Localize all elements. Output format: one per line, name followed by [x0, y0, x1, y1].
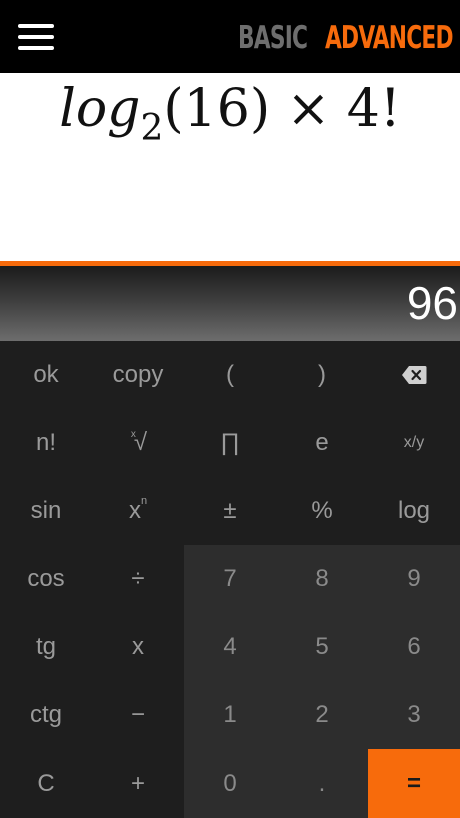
divide-button[interactable]: ÷ [92, 545, 184, 613]
sin-button[interactable]: sin [0, 477, 92, 545]
tab-advanced[interactable]: ADVANCED [325, 18, 454, 58]
plus-minus-button[interactable]: ± [184, 477, 276, 545]
digit-8-button[interactable]: 8 [276, 545, 368, 613]
tab-basic[interactable]: BASIC [238, 18, 308, 58]
cos-button[interactable]: cos [0, 545, 92, 613]
expression-argument: (16) [163, 79, 271, 139]
expression-number: 4! [346, 79, 401, 139]
multiply-button[interactable]: x [92, 613, 184, 681]
equals-button[interactable]: = [368, 749, 460, 818]
app-header: BASIC ADVANCED [0, 0, 460, 73]
hamburger-menu-icon[interactable] [18, 24, 54, 50]
expression-operator: × [286, 79, 331, 139]
nth-root-button[interactable]: x √ [92, 409, 184, 477]
plus-button[interactable]: + [92, 749, 184, 818]
root-index-label: x [130, 428, 136, 440]
power-base-label: x [128, 497, 141, 524]
digit-5-button[interactable]: 5 [276, 613, 368, 681]
digit-0-button[interactable]: 0 [184, 749, 276, 818]
result-value: 96 [406, 277, 458, 329]
log-button[interactable]: log [368, 477, 460, 545]
expression-function: log [59, 79, 141, 139]
minus-button[interactable]: − [92, 681, 184, 749]
ok-button[interactable]: ok [0, 341, 92, 409]
expression-display: log2(16) × 4! [0, 73, 460, 261]
digit-4-button[interactable]: 4 [184, 613, 276, 681]
close-paren-button[interactable]: ) [276, 341, 368, 409]
open-paren-button[interactable]: ( [184, 341, 276, 409]
clear-button[interactable]: C [0, 749, 92, 818]
digit-2-button[interactable]: 2 [276, 681, 368, 749]
digit-9-button[interactable]: 9 [368, 545, 460, 613]
backspace-icon [402, 366, 427, 384]
power-exponent-label: n [140, 495, 148, 507]
ctg-button[interactable]: ctg [0, 681, 92, 749]
digit-7-button[interactable]: 7 [184, 545, 276, 613]
expression-text: log2(16) × 4! [0, 79, 460, 149]
e-button[interactable]: e [276, 409, 368, 477]
fraction-button[interactable]: x/y [368, 409, 460, 477]
calculator-app: BASIC ADVANCED log2(16) × 4! 96 ok copy … [0, 0, 460, 818]
pi-button[interactable]: ∏ [184, 409, 276, 477]
backspace-button[interactable] [368, 341, 460, 409]
digit-1-button[interactable]: 1 [184, 681, 276, 749]
expression-log-base: 2 [140, 108, 164, 149]
digit-3-button[interactable]: 3 [368, 681, 460, 749]
percent-button[interactable]: % [276, 477, 368, 545]
decimal-point-button[interactable]: . [276, 749, 368, 818]
factorial-button[interactable]: n! [0, 409, 92, 477]
digit-6-button[interactable]: 6 [368, 613, 460, 681]
copy-button[interactable]: copy [92, 341, 184, 409]
tg-button[interactable]: tg [0, 613, 92, 681]
result-display: 96 [0, 266, 460, 341]
keypad: ok copy ( ) n! x √ ∏ e x/y sin xn ± % log… [0, 341, 460, 818]
power-button[interactable]: xn [92, 477, 184, 545]
